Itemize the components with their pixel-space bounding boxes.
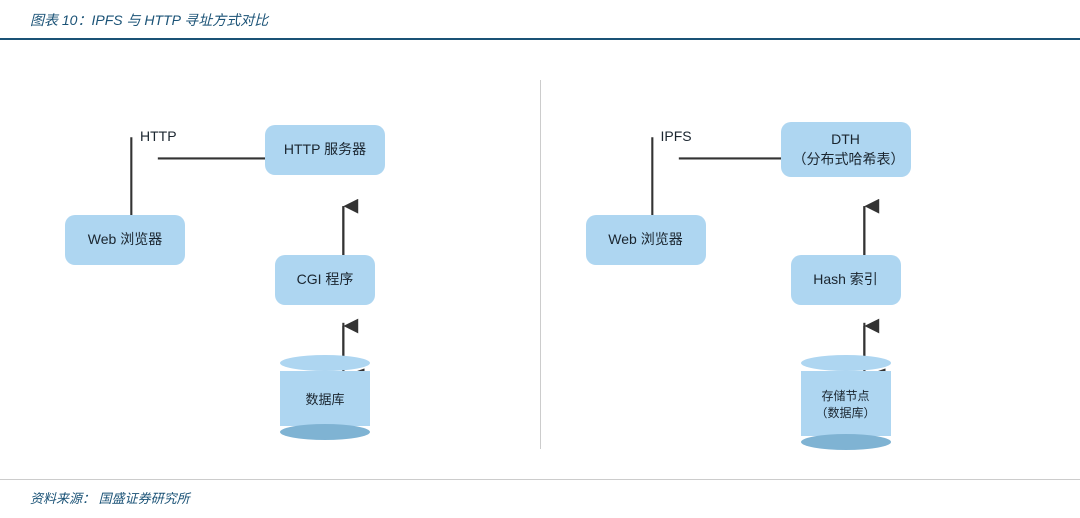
page-title: 图表 10：IPFS 与 HTTP 寻址方式对比 <box>30 10 268 30</box>
dth-node: DTH （分布式哈希表） <box>781 122 911 177</box>
database-cylinder: 数据库 <box>280 355 370 440</box>
http-label: HTTP <box>140 128 177 144</box>
page-container: 图表 10：IPFS 与 HTTP 寻址方式对比 <box>0 0 1080 518</box>
title-bar: 图表 10：IPFS 与 HTTP 寻址方式对比 <box>0 0 1080 40</box>
right-diagram: IPFS DTH （分布式哈希表） Web 浏览器 Hash 索引 存储节点 （… <box>541 60 1061 469</box>
footer-text: 资料来源： 国盛证券研究所 <box>30 491 190 506</box>
diagram-area: HTTP HTTP 服务器 Web 浏览器 CGI 程序 数据库 <box>0 40 1080 479</box>
right-web-browser-node: Web 浏览器 <box>586 215 706 265</box>
cgi-node: CGI 程序 <box>275 255 375 305</box>
footer-bar: 资料来源： 国盛证券研究所 <box>0 479 1080 518</box>
storage-cylinder: 存储节点 （数据库） <box>801 355 891 450</box>
left-web-browser-node: Web 浏览器 <box>65 215 185 265</box>
hash-index-node: Hash 索引 <box>791 255 901 305</box>
left-diagram: HTTP HTTP 服务器 Web 浏览器 CGI 程序 数据库 <box>20 60 540 469</box>
ipfs-label: IPFS <box>661 128 692 144</box>
http-server-node: HTTP 服务器 <box>265 125 385 175</box>
